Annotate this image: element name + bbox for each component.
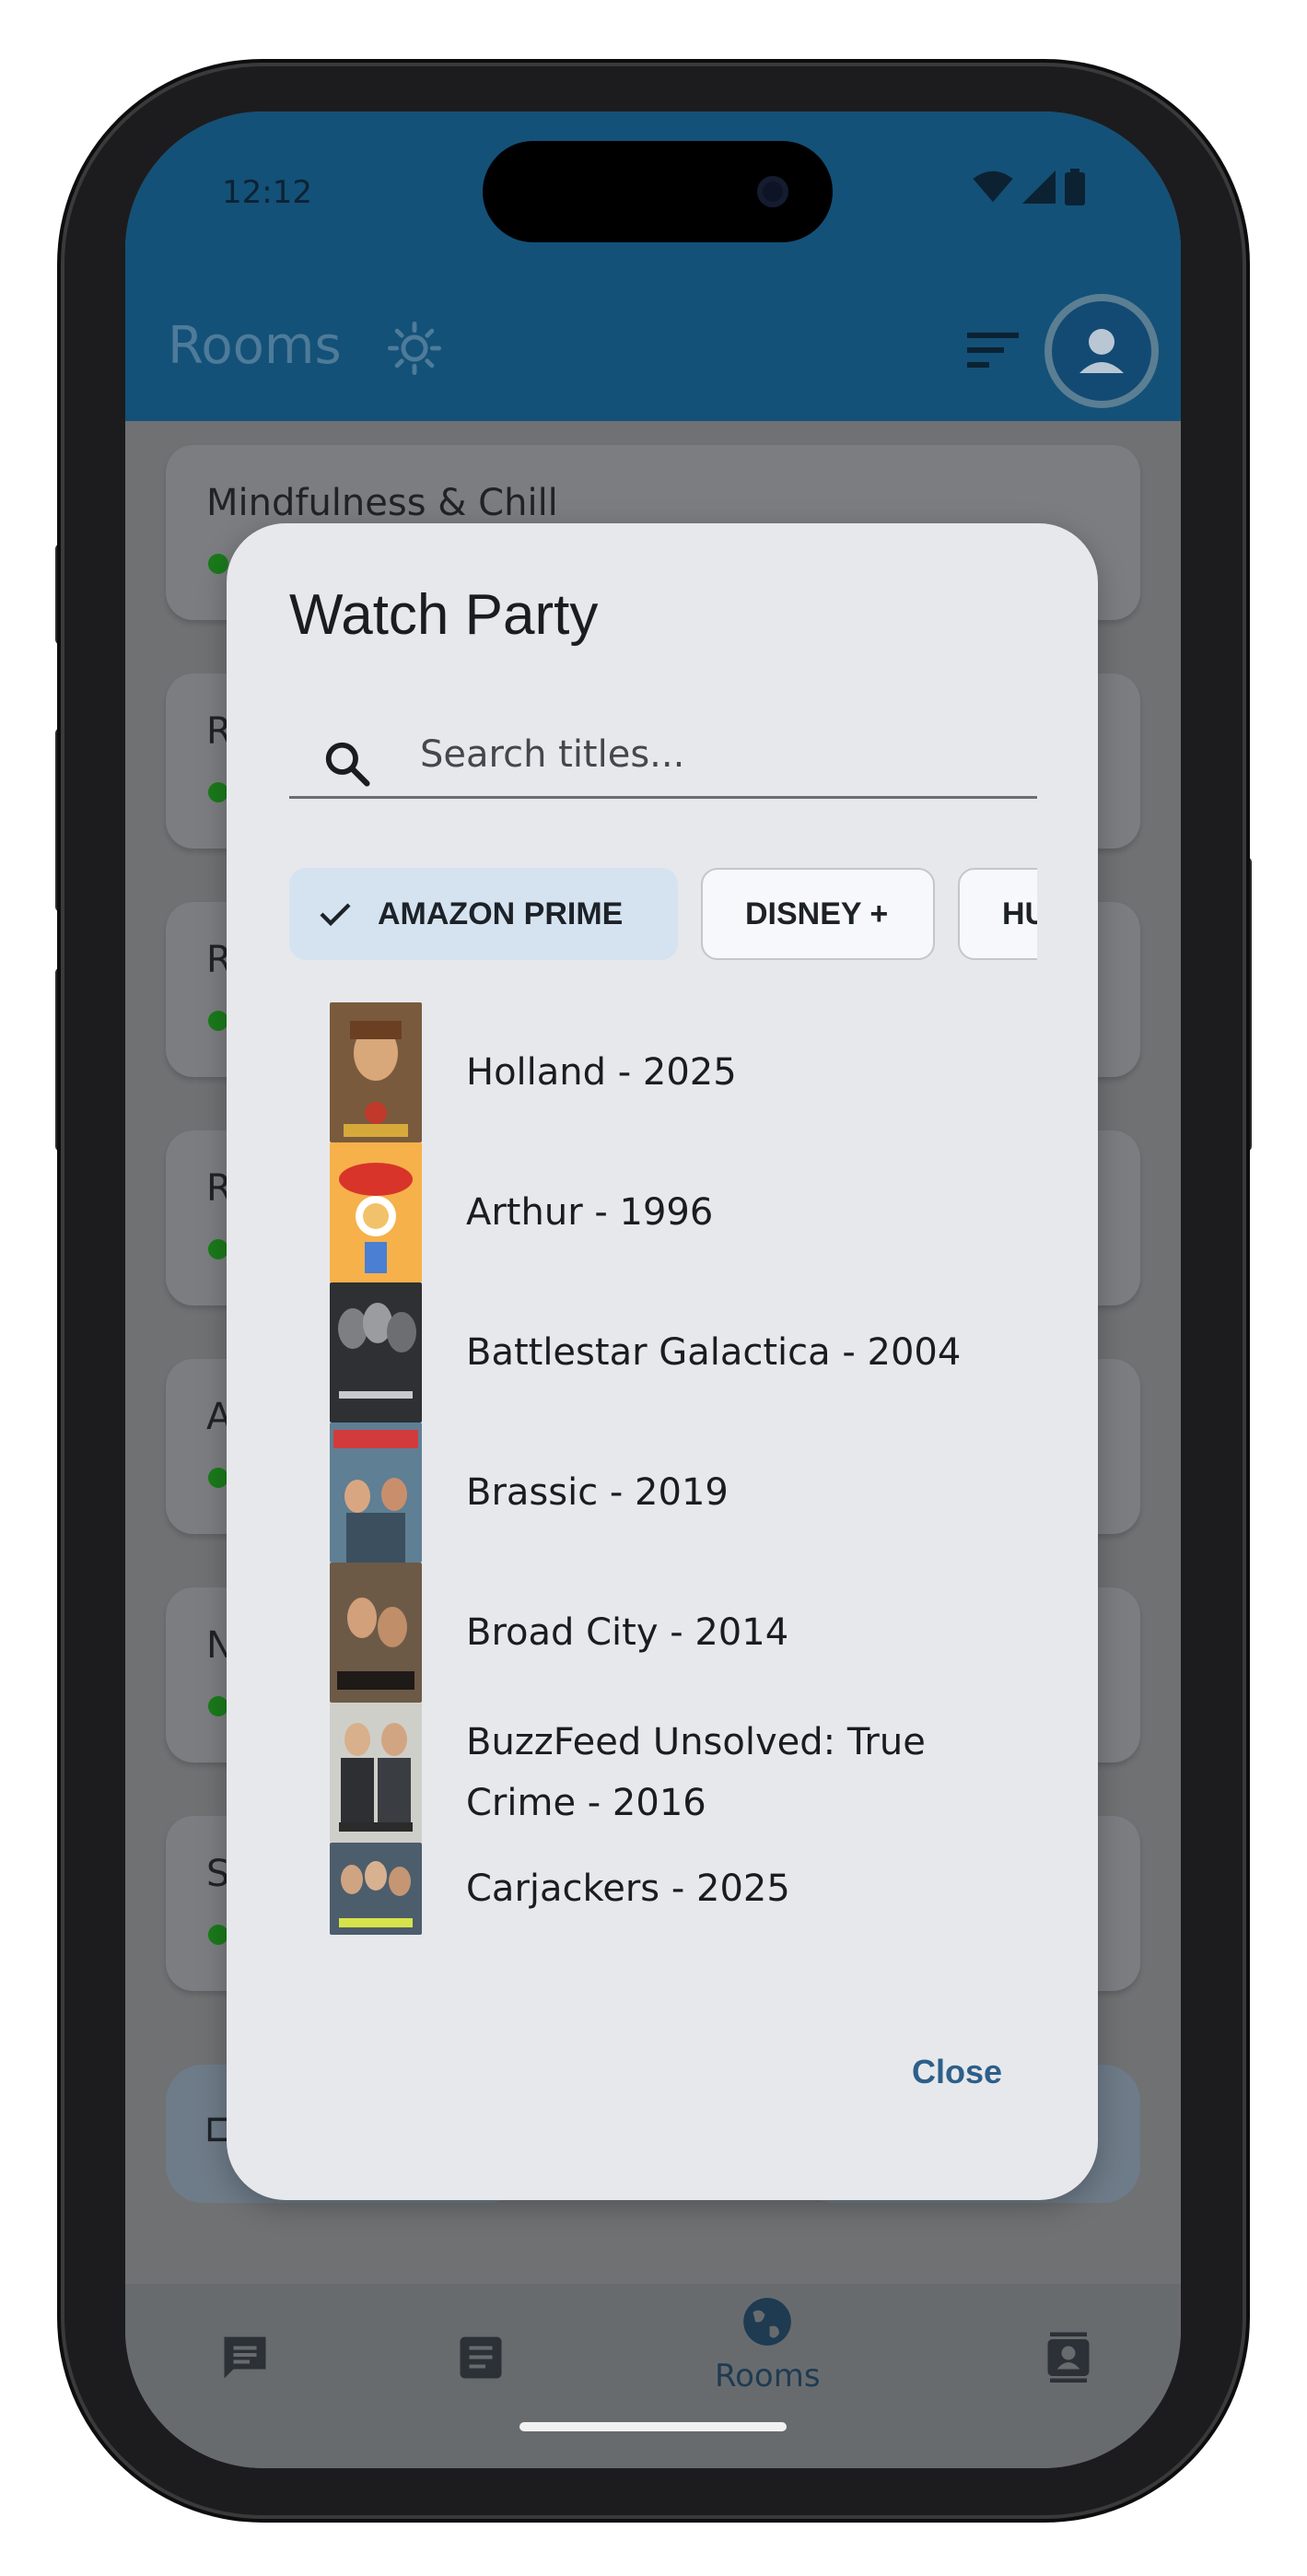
chip-label: DISNEY + bbox=[745, 896, 889, 931]
nav-item-documents[interactable] bbox=[453, 2330, 508, 2393]
title-label: Carjackers - 2025 bbox=[466, 1868, 790, 1910]
status-icons bbox=[973, 169, 1085, 205]
watch-party-dialog: Watch Party AMAZON PRIME DISNEY + HU bbox=[227, 523, 1098, 2200]
search-input[interactable] bbox=[418, 717, 1030, 792]
poster-holland bbox=[330, 1002, 422, 1142]
poster-carjackers bbox=[330, 1843, 422, 1935]
battery-icon bbox=[1065, 169, 1085, 205]
list-item[interactable]: Carjackers - 2025 bbox=[330, 1843, 1048, 1935]
sun-icon[interactable] bbox=[388, 322, 441, 375]
contacts-icon bbox=[1047, 2332, 1090, 2383]
status-dot bbox=[208, 1239, 228, 1259]
dynamic-island bbox=[483, 141, 833, 242]
poster-arthur bbox=[330, 1142, 422, 1282]
list-item[interactable]: Battlestar Galactica - 2004 bbox=[330, 1282, 1048, 1423]
phone-screen: 12:12 Rooms Mindfulness & Chill R R R A … bbox=[125, 111, 1181, 2468]
list-item[interactable]: Holland - 2025 bbox=[330, 1002, 1048, 1142]
chip-amazon-prime[interactable]: AMAZON PRIME bbox=[289, 868, 678, 960]
title-label: Holland - 2025 bbox=[466, 1051, 737, 1094]
signal-icon bbox=[1022, 170, 1056, 204]
chip-label: AMAZON PRIME bbox=[378, 896, 624, 931]
status-dot bbox=[208, 554, 228, 574]
filter-icon[interactable] bbox=[967, 331, 1019, 371]
title-label: BuzzFeed Unsolved: True Crime - 2016 bbox=[466, 1721, 926, 1824]
room-title: Mindfulness & Chill bbox=[206, 482, 558, 524]
list-item[interactable]: Brassic - 2019 bbox=[330, 1423, 1048, 1563]
title-label: Brassic - 2019 bbox=[466, 1471, 729, 1514]
chip-hulu[interactable]: HU bbox=[958, 868, 1037, 960]
status-dot bbox=[208, 1925, 228, 1945]
status-dot bbox=[208, 1468, 228, 1488]
list-item[interactable]: BuzzFeed Unsolved: True Crime - 2016 bbox=[330, 1703, 1048, 1843]
list-item[interactable]: Broad City - 2014 bbox=[330, 1563, 1048, 1703]
search-icon bbox=[325, 742, 370, 787]
app-bar: 12:12 Rooms bbox=[125, 111, 1181, 421]
bottom-navigation: Rooms bbox=[125, 2284, 1181, 2468]
provider-chips: AMAZON PRIME DISNEY + HU bbox=[289, 868, 1037, 964]
status-dot bbox=[208, 1011, 228, 1031]
nav-item-contacts[interactable] bbox=[1041, 2330, 1096, 2393]
account-avatar-icon bbox=[1079, 329, 1124, 373]
nav-label: Rooms bbox=[715, 2358, 821, 2395]
wifi-icon bbox=[973, 170, 1013, 203]
poster-buzzfeed-unsolved bbox=[330, 1703, 422, 1843]
home-indicator[interactable] bbox=[519, 2422, 787, 2431]
status-dot bbox=[208, 1696, 228, 1716]
page-title: Rooms bbox=[168, 316, 342, 376]
poster-broad-city bbox=[330, 1563, 422, 1703]
globe-icon bbox=[743, 2298, 792, 2346]
account-avatar[interactable] bbox=[1052, 301, 1151, 401]
poster-brassic bbox=[330, 1423, 422, 1563]
search-field[interactable] bbox=[289, 708, 1037, 799]
document-icon bbox=[460, 2336, 502, 2379]
chip-disney-plus[interactable]: DISNEY + bbox=[701, 868, 935, 960]
status-dot bbox=[208, 782, 228, 802]
chip-label: HU bbox=[1002, 896, 1037, 931]
title-label: Arthur - 1996 bbox=[466, 1191, 714, 1234]
close-button[interactable]: Close bbox=[912, 2053, 1002, 2091]
check-icon bbox=[320, 903, 351, 927]
title-label: Broad City - 2014 bbox=[466, 1611, 789, 1654]
title-label: Battlestar Galactica - 2004 bbox=[466, 1331, 962, 1374]
list-item[interactable]: Arthur - 1996 bbox=[330, 1142, 1048, 1282]
status-time: 12:12 bbox=[222, 174, 312, 211]
poster-battlestar-galactica bbox=[330, 1282, 422, 1423]
nav-item-chats[interactable] bbox=[217, 2330, 273, 2393]
dialog-title: Watch Party bbox=[289, 583, 599, 647]
chat-icon bbox=[224, 2336, 266, 2379]
nav-item-rooms[interactable]: Rooms bbox=[715, 2293, 821, 2395]
